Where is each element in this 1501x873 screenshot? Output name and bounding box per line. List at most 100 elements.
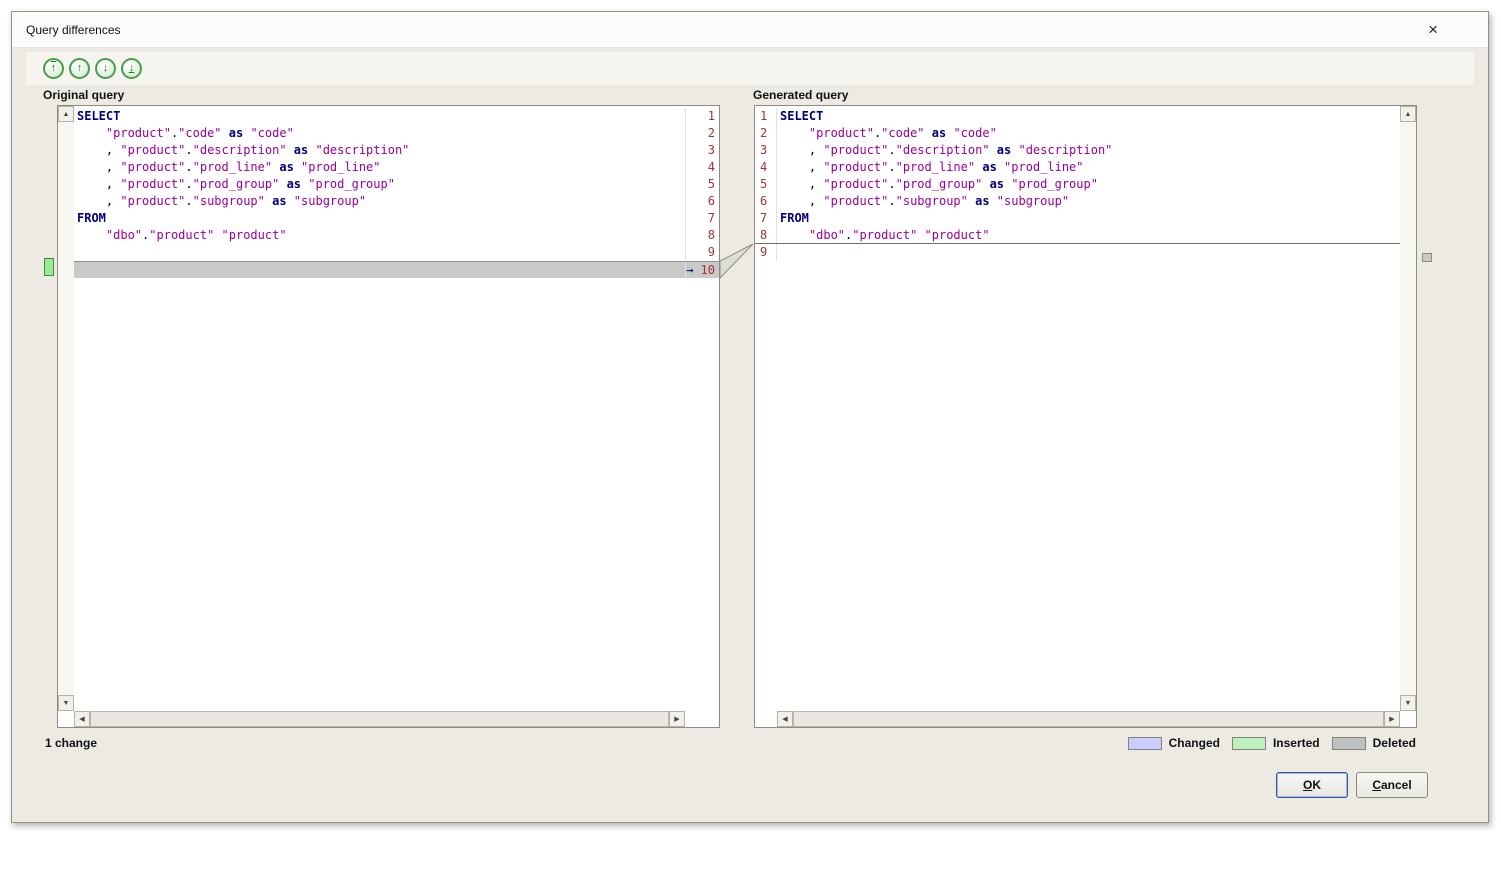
right-vertical-scrollbar[interactable]: ▲ ▼	[1400, 106, 1416, 711]
code-line-5: 5 , "product"."prod_group" as "prod_grou…	[755, 176, 1400, 193]
code-line-1: 1 SELECT	[755, 108, 1400, 125]
code-text: SELECT	[77, 109, 121, 123]
original-query-label: Original query	[43, 88, 125, 102]
code-line-2: "product"."code" as "code" 2	[74, 125, 719, 142]
line-number: 6	[755, 193, 777, 210]
previous-change-icon: ↑	[76, 62, 83, 74]
code-line-8: "dbo"."product" "product" 8	[74, 227, 719, 244]
code-line-9: 9	[74, 244, 719, 261]
line-number: 8	[755, 227, 777, 243]
left-hscroll-track[interactable]	[90, 711, 669, 727]
dialog-title: Query differences	[26, 22, 121, 37]
generated-query-code[interactable]: 1 SELECT 2 "product"."code" as "code" 3 , "…	[755, 106, 1400, 711]
change-count: 1 change	[45, 736, 98, 750]
legend-label: Inserted	[1272, 736, 1320, 750]
page-background: Query differences × ↑ ↑ ↓ ↓ Original query …	[0, 0, 1501, 873]
code-text: FROM	[77, 211, 106, 225]
legend-swatch	[1331, 736, 1366, 750]
scroll-right-icon[interactable]: ▶	[669, 711, 685, 727]
line-number: 4	[755, 159, 777, 176]
code-text: "dbo"."product" "product"	[105, 228, 287, 242]
line-number: → 10	[685, 262, 719, 278]
line-number: 3	[755, 142, 777, 159]
dialog-buttons-row: OK Cancel	[12, 772, 1488, 798]
code-text: , "product"."description" as "descriptio…	[780, 143, 1113, 157]
left-vertical-scrollbar[interactable]: ▲ ▼	[58, 106, 74, 711]
code-line-5: , "product"."prod_group" as "prod_group"…	[74, 176, 719, 193]
change-overview-marker[interactable]	[44, 258, 54, 276]
code-line-9: 9	[755, 244, 1400, 261]
legend-label: Deleted	[1372, 736, 1416, 750]
code-line-7: 7 FROM	[755, 210, 1400, 227]
code-text: , "product"."subgroup" as "subgroup"	[77, 194, 367, 208]
code-line-7: FROM 7	[74, 210, 719, 227]
scroll-up-icon[interactable]: ▲	[58, 106, 74, 122]
scroll-down-icon[interactable]: ▼	[58, 695, 74, 711]
generated-editor-body: 1 SELECT 2 "product"."code" as "code" 3 , "…	[755, 106, 1416, 711]
code-text: , "product"."description" as "descriptio…	[77, 143, 410, 157]
code-line-6: , "product"."subgroup" as "subgroup" 6	[74, 193, 719, 210]
next-change-button[interactable]: ↓	[95, 58, 116, 79]
original-query-code[interactable]: SELECT 1 "product"."code" as "code" 2 , "p…	[74, 106, 719, 711]
code-line-1: SELECT 1	[74, 108, 719, 125]
scroll-right-icon[interactable]: ▶	[1384, 711, 1400, 727]
line-number: 4	[685, 159, 719, 176]
code-line-4: 4 , "product"."prod_line" as "prod_line"	[755, 159, 1400, 176]
code-line-6: 6 , "product"."subgroup" as "subgroup"	[755, 193, 1400, 210]
right-overview-strip[interactable]	[1421, 105, 1433, 728]
legend-item-inserted: Inserted	[1231, 736, 1320, 750]
legend-item-deleted: Deleted	[1331, 736, 1416, 750]
first-change-button[interactable]: ↑	[43, 58, 64, 79]
left-vscroll-track[interactable]	[58, 122, 74, 695]
line-number: 1	[755, 108, 777, 125]
scroll-up-icon[interactable]: ▲	[1400, 106, 1416, 122]
code-text: , "product"."prod_group" as "prod_group"	[77, 177, 395, 191]
query-differences-dialog: Query differences × ↑ ↑ ↓ ↓ Original query …	[11, 11, 1489, 823]
cancel-button[interactable]: Cancel	[1356, 772, 1428, 798]
next-change-icon: ↓	[102, 62, 109, 74]
right-hscroll-track[interactable]	[793, 711, 1384, 727]
line-number: 9	[755, 244, 777, 261]
first-change-icon: ↑	[50, 62, 57, 74]
change-arrow-icon: →	[686, 263, 701, 277]
line-number: 2	[685, 125, 719, 142]
line-number: 5	[755, 176, 777, 193]
line-number: 9	[685, 244, 719, 261]
code-line-10: → 10	[74, 261, 719, 278]
change-overview-marker[interactable]	[1422, 253, 1432, 262]
line-number: 2	[755, 125, 777, 142]
last-change-button[interactable]: ↓	[121, 58, 142, 79]
status-bar: 1 change Changed Inserted Deleted	[12, 736, 1488, 750]
scroll-left-icon[interactable]: ◀	[74, 711, 90, 727]
code-text: SELECT	[780, 109, 824, 123]
diff-panels-row: ▲ ▼ SELECT 1 "product"."code" as "code" 2 …	[12, 105, 1488, 728]
scroll-down-icon[interactable]: ▼	[1400, 695, 1416, 711]
code-line-3: , "product"."description" as "descriptio…	[74, 142, 719, 159]
line-number: 3	[685, 142, 719, 159]
generated-query-panel: 1 SELECT 2 "product"."code" as "code" 3 , "…	[754, 105, 1417, 728]
original-query-panel: ▲ ▼ SELECT 1 "product"."code" as "code" 2 …	[57, 105, 720, 728]
dialog-titlebar: Query differences ×	[12, 12, 1488, 48]
previous-change-button[interactable]: ↑	[69, 58, 90, 79]
left-horizontal-scrollbar[interactable]: ◀ ▶	[74, 711, 685, 727]
ok-button[interactable]: OK	[1276, 772, 1348, 798]
right-horizontal-scrollbar[interactable]: ◀ ▶	[777, 711, 1400, 727]
code-text: , "product"."subgroup" as "subgroup"	[780, 194, 1070, 208]
generated-query-label: Generated query	[753, 88, 849, 102]
code-text: "product"."code" as "code"	[808, 126, 997, 140]
close-icon[interactable]: ×	[1428, 21, 1438, 38]
code-text: , "product"."prod_line" as "prod_line"	[780, 160, 1084, 174]
diff-connector-area	[720, 105, 754, 728]
original-editor-body: ▲ ▼ SELECT 1 "product"."code" as "code" 2 …	[58, 106, 719, 711]
right-vscroll-track[interactable]	[1400, 122, 1416, 695]
scroll-left-icon[interactable]: ◀	[777, 711, 793, 727]
panel-labels-row: Original query Generated query	[12, 88, 1488, 104]
code-text: , "product"."prod_line" as "prod_line"	[77, 160, 381, 174]
code-text: FROM	[780, 211, 809, 225]
left-overview-strip[interactable]	[43, 105, 55, 728]
right-hscroll-thumb[interactable]	[793, 711, 1384, 727]
left-hscroll-thumb[interactable]	[90, 711, 669, 727]
